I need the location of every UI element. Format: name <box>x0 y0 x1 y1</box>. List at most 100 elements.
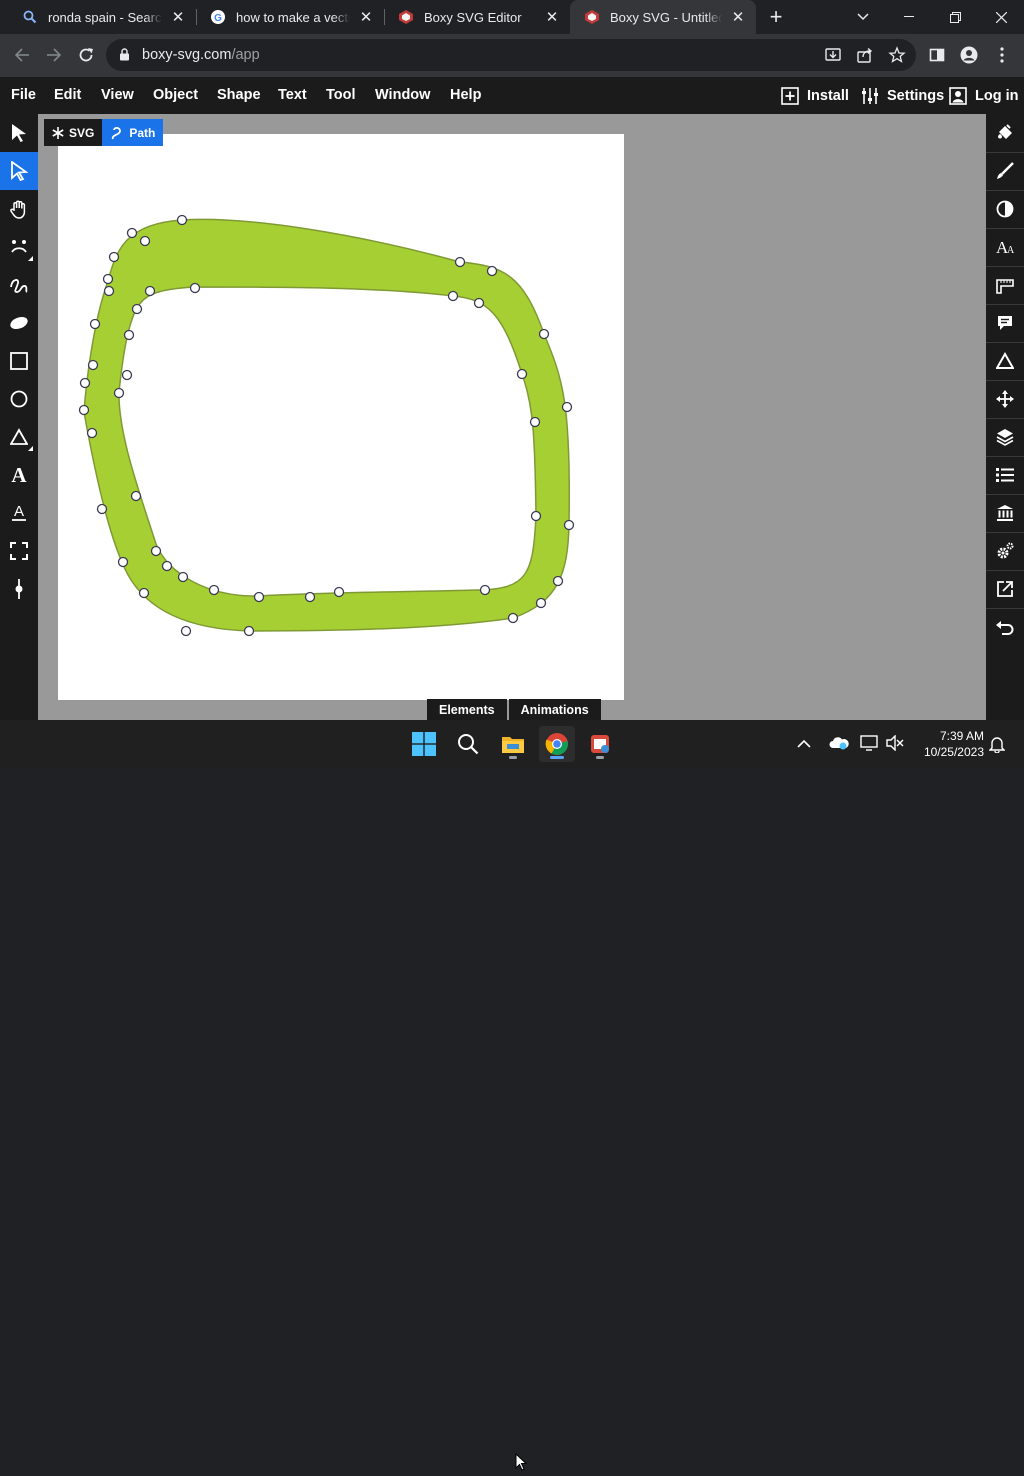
bookmark-star-icon[interactable] <box>888 46 906 69</box>
menu-window[interactable]: Window <box>375 87 430 103</box>
path-node-handle[interactable] <box>563 519 575 531</box>
path-node-handle[interactable] <box>253 591 265 603</box>
start-button[interactable] <box>406 726 442 762</box>
path-node-handle[interactable] <box>150 545 162 557</box>
path-node-handle[interactable] <box>447 290 459 302</box>
install-app-icon[interactable] <box>824 46 842 69</box>
chrome-taskbar-button[interactable] <box>539 726 575 762</box>
path-node-handle[interactable] <box>131 303 143 315</box>
typography-panel-button[interactable]: AA <box>986 228 1024 266</box>
notifications-bell-icon[interactable] <box>988 735 1006 756</box>
face-tool[interactable] <box>0 228 38 266</box>
system-clock[interactable]: 7:39 AM 10/25/2023 <box>918 728 984 760</box>
elements-list-button[interactable] <box>986 456 1024 494</box>
path-node-handle[interactable] <box>103 285 115 297</box>
artboard[interactable] <box>58 134 624 700</box>
more-menu-icon[interactable] <box>987 40 1017 70</box>
tab-search-chevron-icon[interactable] <box>840 0 886 34</box>
minimize-button[interactable] <box>886 0 932 34</box>
menu-help[interactable]: Help <box>450 87 481 103</box>
path-node-handle[interactable] <box>333 586 345 598</box>
display-icon[interactable] <box>860 735 878 754</box>
profile-icon[interactable] <box>954 40 984 70</box>
layers-panel-button[interactable] <box>986 418 1024 456</box>
restore-button[interactable] <box>932 0 978 34</box>
ellipse-brush-tool[interactable] <box>0 304 38 342</box>
menu-file[interactable]: File <box>11 87 36 103</box>
browser-tab-search[interactable]: ronda spain - Search ✕ <box>8 0 196 34</box>
path-node-handle[interactable] <box>243 625 255 637</box>
path-node-handle[interactable] <box>89 318 101 330</box>
rectangle-tool[interactable] <box>0 342 38 380</box>
address-bar[interactable]: boxy-svg.com/app <box>106 39 916 71</box>
forward-button[interactable] <box>39 40 69 70</box>
path-node-handle[interactable] <box>516 368 528 380</box>
path-node-handle[interactable] <box>86 427 98 439</box>
export-panel-button[interactable] <box>986 570 1024 608</box>
path-node-handle[interactable] <box>454 256 466 268</box>
path-node-handle[interactable] <box>117 556 129 568</box>
path-node-handle[interactable] <box>102 273 114 285</box>
path-node-handle[interactable] <box>486 265 498 277</box>
tab-animations[interactable]: Animations <box>508 699 601 720</box>
taskbar-search-button[interactable] <box>450 726 486 762</box>
library-panel-button[interactable] <box>986 494 1024 532</box>
close-tab-icon[interactable]: ✕ <box>168 7 188 27</box>
show-hidden-icons-chevron-icon[interactable] <box>797 736 811 752</box>
text-tool[interactable]: A <box>0 456 38 494</box>
path-node-handle[interactable] <box>561 401 573 413</box>
path-node-handle[interactable] <box>87 359 99 371</box>
menu-edit[interactable]: Edit <box>54 87 81 103</box>
path-node-handle[interactable] <box>138 587 150 599</box>
pointer-tool[interactable] <box>0 114 38 152</box>
path-node-handle[interactable] <box>208 584 220 596</box>
url-text[interactable]: boxy-svg.com/app <box>142 47 260 63</box>
browser-tab-google[interactable]: G how to make a vector in ✕ <box>196 0 384 34</box>
path-node-handle[interactable] <box>78 404 90 416</box>
text-path-tool[interactable]: A <box>0 494 38 532</box>
vector-drawing[interactable] <box>58 134 624 700</box>
path-node-handle[interactable] <box>144 285 156 297</box>
crop-tool[interactable] <box>0 532 38 570</box>
fill-panel-button[interactable] <box>986 114 1024 152</box>
geometry-panel-button[interactable] <box>986 266 1024 304</box>
login-button[interactable]: Log in <box>949 77 1019 114</box>
browser-tab-boxy-untitled[interactable]: Boxy SVG - Untitled [Ed ✕ <box>570 0 756 34</box>
path-node-handle[interactable] <box>473 297 485 309</box>
path-node-handle[interactable] <box>139 235 151 247</box>
path-node-handle[interactable] <box>130 490 142 502</box>
share-icon[interactable] <box>856 46 874 69</box>
volume-muted-icon[interactable] <box>886 734 904 754</box>
menu-shape[interactable]: Shape <box>217 87 261 103</box>
path-node-handle[interactable] <box>535 597 547 609</box>
path-node-handle[interactable] <box>108 251 120 263</box>
path-node-handle[interactable] <box>189 282 201 294</box>
path-node-handle[interactable] <box>479 584 491 596</box>
snipping-tool-button[interactable] <box>582 726 618 762</box>
compositing-panel-button[interactable] <box>986 190 1024 228</box>
close-tab-icon[interactable]: ✕ <box>542 7 562 27</box>
circle-tool[interactable] <box>0 380 38 418</box>
comments-panel-button[interactable] <box>986 304 1024 342</box>
edit-node-tool[interactable] <box>0 152 38 190</box>
install-button[interactable]: Install <box>781 77 849 114</box>
transform-panel-button[interactable] <box>986 380 1024 418</box>
stroke-panel-button[interactable] <box>986 152 1024 190</box>
breadcrumb-path[interactable]: Path <box>102 119 164 146</box>
pen-tool[interactable] <box>0 570 38 608</box>
path-node-handle[interactable] <box>180 625 192 637</box>
path-node-handle[interactable] <box>96 503 108 515</box>
browser-tab-boxy-editor[interactable]: Boxy SVG Editor ✕ <box>384 0 570 34</box>
path-node-handle[interactable] <box>530 510 542 522</box>
path-node-handle[interactable] <box>113 387 125 399</box>
close-tab-icon[interactable]: ✕ <box>728 7 748 27</box>
close-window-button[interactable] <box>978 0 1024 34</box>
menu-view[interactable]: View <box>101 87 134 103</box>
defs-panel-button[interactable] <box>986 342 1024 380</box>
generators-panel-button[interactable] <box>986 532 1024 570</box>
path-node-handle[interactable] <box>79 377 91 389</box>
new-tab-button[interactable]: + <box>754 0 798 34</box>
path-node-handle[interactable] <box>161 560 173 572</box>
onedrive-icon[interactable] <box>829 736 849 753</box>
path-node-handle[interactable] <box>177 571 189 583</box>
